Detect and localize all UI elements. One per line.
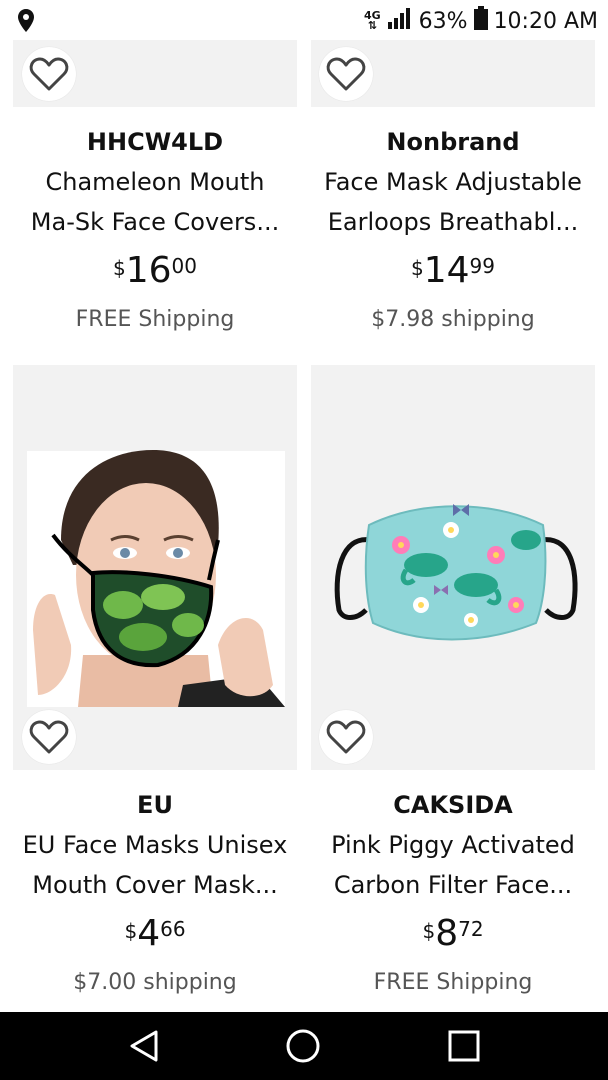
- home-circle-icon[interactable]: [283, 1026, 323, 1066]
- heart-outline-icon[interactable]: [319, 47, 373, 101]
- product-title[interactable]: Face Mask Adjustable Earloops Breathabl.…: [311, 162, 595, 242]
- face-mask-photo: [13, 365, 297, 770]
- heart-outline-icon[interactable]: [22, 47, 76, 101]
- product-brand[interactable]: EU: [13, 791, 297, 819]
- heart-outline-icon[interactable]: [22, 710, 76, 764]
- product-image[interactable]: [311, 365, 595, 770]
- product-title[interactable]: EU Face Masks Unisex Mouth Cover Mask...: [13, 825, 297, 905]
- product-price: $466: [124, 913, 186, 954]
- network-type: 4G ⇅: [363, 9, 381, 32]
- product-title[interactable]: Pink Piggy Activated Carbon Filter Face.…: [311, 825, 595, 905]
- face-mask-photo: [311, 365, 595, 770]
- battery-icon: [473, 6, 488, 36]
- heart-outline-icon[interactable]: [319, 710, 373, 764]
- shipping-info: FREE Shipping: [373, 970, 533, 995]
- battery-percent: 63%: [418, 8, 468, 34]
- system-nav-bar: [0, 1012, 608, 1080]
- product-price: $1499: [411, 250, 495, 291]
- product-brand[interactable]: CAKSIDA: [311, 791, 595, 819]
- product-price: $872: [422, 913, 484, 954]
- signal-icon: [387, 6, 413, 36]
- shipping-info: $7.98 shipping: [371, 307, 535, 332]
- product-brand[interactable]: HHCW4LD: [13, 128, 297, 156]
- back-triangle-icon[interactable]: [124, 1026, 164, 1066]
- product-brand[interactable]: Nonbrand: [311, 128, 595, 156]
- status-bar: 4G ⇅ 63% 10:20 AM: [0, 0, 608, 40]
- clock: 10:20 AM: [493, 8, 598, 34]
- product-price: $1600: [113, 250, 197, 291]
- shipping-info: $7.00 shipping: [73, 970, 237, 995]
- shipping-info: FREE Shipping: [75, 307, 235, 332]
- product-image[interactable]: [13, 365, 297, 770]
- location-pin-icon: [16, 8, 36, 38]
- recents-square-icon[interactable]: [444, 1026, 484, 1066]
- product-title[interactable]: Chameleon Mouth Ma-Sk Face Covers...: [13, 162, 297, 242]
